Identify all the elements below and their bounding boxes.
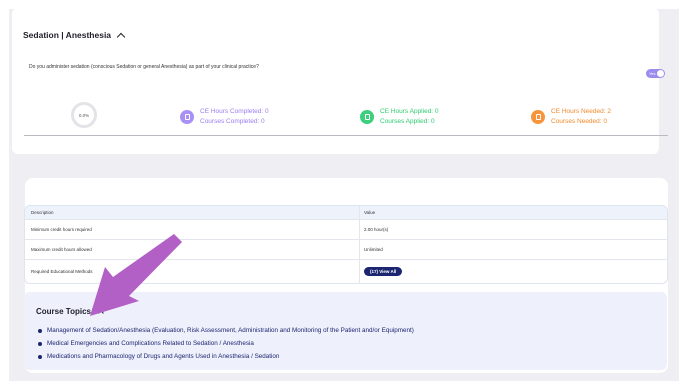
requirements-table: Description Value Minimum credit hours r… xyxy=(24,205,668,284)
row-description: Minimum credit hours required xyxy=(25,220,360,239)
row-description: Required Educational Methods xyxy=(25,260,360,283)
table-row: Maximum credit hours allowed Unlimited xyxy=(25,239,667,259)
courses-needed: Courses Needed: 0 xyxy=(551,117,608,125)
ce-hours-applied: CE Hours Applied: 0 xyxy=(380,108,439,115)
stat-applied: CE Hours Applied: 0 Courses Applied: 0 xyxy=(360,107,439,126)
bullet-icon xyxy=(38,341,42,346)
topic-item[interactable]: Medications and Pharmacology of Drugs an… xyxy=(38,353,279,360)
course-topics-panel: Course Topics Management of Sedation/Ane… xyxy=(24,292,667,370)
table-row: Required Educational Methods (17) View A… xyxy=(25,259,667,283)
progress-ring: 0.0% xyxy=(71,102,97,128)
column-header-description: Description xyxy=(25,206,360,219)
courses-applied: Courses Applied: 0 xyxy=(380,117,435,125)
row-value-cell: (17) View All xyxy=(360,267,403,276)
view-all-button[interactable]: (17) View All xyxy=(364,267,403,276)
bullet-icon xyxy=(38,354,42,359)
section-title: Sedation | Anesthesia xyxy=(23,30,112,40)
topic-item[interactable]: Medical Emergencies and Complications Re… xyxy=(38,340,254,347)
toggle-label: Yes xyxy=(649,71,656,76)
bullet-icon xyxy=(38,328,42,333)
stat-completed: CE Hours Completed: 0 Courses Completed:… xyxy=(180,107,269,126)
topic-label: Medical Emergencies and Complications Re… xyxy=(47,340,254,347)
sedation-toggle[interactable]: Yes xyxy=(646,69,665,78)
sedation-question: Do you administer sedation (conscious Se… xyxy=(29,64,259,70)
column-header-value: Value xyxy=(364,210,376,215)
stat-needed: CE Hours Needed: 2 Courses Needed: 0 xyxy=(531,107,611,126)
ce-hours-needed: CE Hours Needed: 2 xyxy=(551,108,611,115)
document-icon xyxy=(360,109,374,124)
chevron-up-icon[interactable] xyxy=(98,309,104,316)
row-value: Unlimited xyxy=(364,247,383,252)
topic-label: Medications and Pharmacology of Drugs an… xyxy=(47,353,280,360)
section-divider xyxy=(24,135,668,136)
section-header[interactable]: Sedation | Anesthesia xyxy=(23,30,126,41)
topic-item[interactable]: Management of Sedation/Anesthesia (Evalu… xyxy=(38,327,414,334)
document-icon xyxy=(180,109,194,124)
row-value: 2.00 hour(s) xyxy=(364,227,389,232)
topic-label: Management of Sedation/Anesthesia (Evalu… xyxy=(47,327,414,334)
progress-label: 0.0% xyxy=(78,112,90,118)
table-header-row: Description Value xyxy=(25,206,667,219)
courses-completed: Courses Completed: 0 xyxy=(200,117,265,125)
table-row: Minimum credit hours required 2.00 hour(… xyxy=(25,219,667,239)
ce-hours-completed: CE Hours Completed: 0 xyxy=(200,108,269,115)
document-icon xyxy=(531,109,545,124)
chevron-up-icon[interactable] xyxy=(116,32,126,41)
toggle-knob xyxy=(657,70,664,77)
course-topics-title: Course Topics xyxy=(36,307,91,316)
course-topics-header[interactable]: Course Topics xyxy=(36,307,104,316)
row-description: Maximum credit hours allowed xyxy=(25,240,360,259)
